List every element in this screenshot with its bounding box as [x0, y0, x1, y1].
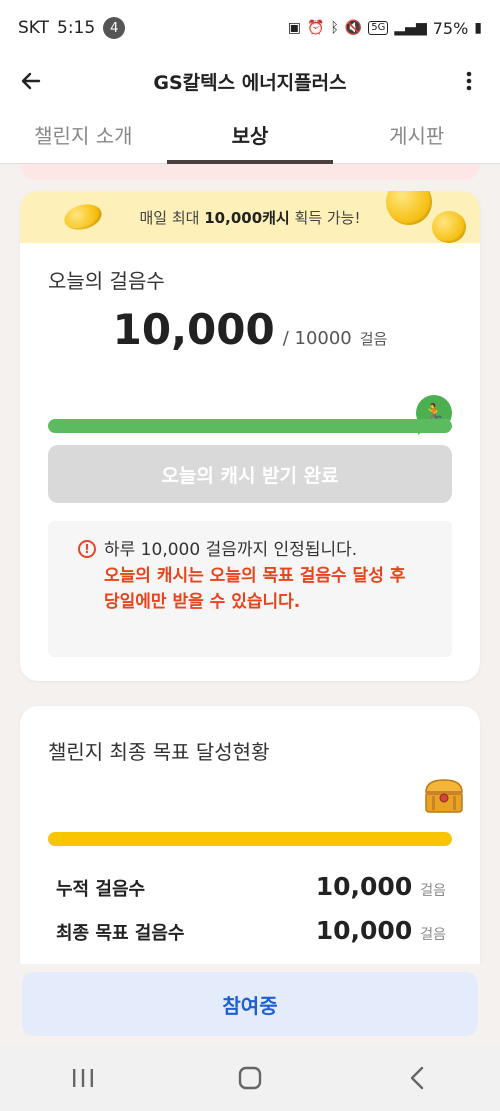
coin-icon [432, 211, 466, 243]
battery-level: 75% [432, 18, 469, 38]
notice-line-1: 하루 10,000 걸음까지 인정됩니다. [104, 540, 358, 560]
back-button[interactable] [14, 64, 48, 98]
final-goal-steps-value: 10,000 [315, 916, 413, 945]
participating-button[interactable]: 참여중 [22, 972, 478, 1036]
signal-icon: ▂▄▆ [394, 20, 427, 36]
carrier-label: SKT [18, 18, 50, 38]
more-vertical-icon [466, 71, 472, 91]
notification-count-badge: 4 [103, 17, 126, 39]
today-steps-unit: 걸음 [359, 330, 388, 348]
tab-board[interactable]: 게시판 [333, 106, 500, 163]
challenge-progress-bar [48, 832, 452, 846]
today-steps-title: 오늘의 걸음수 [48, 269, 165, 293]
daily-steps-card: 매일 최대 10,000캐시 획득 가능! 오늘의 걸음수 10,000 / 1… [20, 191, 480, 681]
status-right: ▣ ⏰ ᛒ 🔇 5G ▂▄▆ 75% ▮ [288, 19, 482, 38]
today-progress-bar [48, 419, 452, 433]
mute-icon: 🔇 [344, 20, 363, 36]
challenge-status-card: 챌린지 최종 목표 달성현황 누적 걸음수 10,000 걸음 최종 목표 걸음… [20, 706, 480, 964]
today-steps-row: 10,000 / 10000 걸음 [20, 305, 480, 354]
previous-card-edge [20, 164, 480, 180]
promo-prefix: 매일 최대 [139, 208, 205, 227]
screenshot-icon: ▣ [287, 20, 301, 36]
coin-icon [386, 191, 432, 225]
today-progress-fill [48, 419, 452, 433]
cash-received-button[interactable]: 오늘의 캐시 받기 완료 [48, 445, 452, 503]
today-steps-goal: / 10000 [282, 328, 352, 349]
accumulated-steps-value: 10,000 [315, 872, 413, 901]
final-goal-steps-row: 최종 목표 걸음수 10,000 걸음 [56, 916, 446, 945]
back-nav-button[interactable] [387, 1058, 447, 1098]
battery-icon: ▮ [474, 20, 482, 36]
status-left: SKT 5:15 4 [18, 17, 126, 39]
promo-amount: 10,000캐시 [204, 208, 290, 227]
final-goal-steps-label: 최종 목표 걸음수 [56, 923, 185, 944]
app-bar: GS칼텍스 에너지플러스 [0, 56, 500, 106]
today-steps-value: 10,000 [112, 305, 275, 354]
accumulated-steps-label: 누적 걸음수 [56, 879, 146, 900]
tab-bar: 챌린지 소개 보상 게시판 [0, 106, 500, 164]
coin-icon [61, 200, 105, 234]
content-scroll-area[interactable]: 매일 최대 10,000캐시 획득 가능! 오늘의 걸음수 10,000 / 1… [0, 164, 500, 964]
promo-suffix: 획득 가능! [289, 208, 361, 227]
tab-reward[interactable]: 보상 [166, 106, 334, 164]
tab-challenge-intro[interactable]: 챌린지 소개 [0, 106, 167, 163]
home-button[interactable] [220, 1058, 280, 1098]
system-nav-bar [0, 1044, 500, 1111]
chevron-left-icon [410, 1066, 423, 1089]
challenge-progress-fill [48, 832, 452, 846]
home-icon [238, 1066, 262, 1089]
alarm-icon: ⏰ [307, 20, 325, 36]
network-badge: 5G [368, 21, 389, 35]
bluetooth-icon: ᛒ [330, 20, 339, 36]
notice-line-2: 오늘의 캐시는 오늘의 목표 걸음수 달성 후 [104, 566, 406, 586]
promo-text: 매일 최대 10,000캐시 획득 가능! [140, 207, 361, 228]
final-goal-steps-unit: 걸음 [420, 927, 446, 943]
more-options-button[interactable] [452, 64, 486, 98]
status-bar: SKT 5:15 4 ▣ ⏰ ᛒ 🔇 5G ▂▄▆ 75% ▮ [0, 0, 500, 56]
clock: 5:15 [57, 18, 96, 38]
notice-line-3: 당일에만 받을 수 있습니다. [104, 592, 301, 612]
recent-apps-button[interactable] [53, 1058, 113, 1098]
accumulated-steps-unit: 걸음 [420, 883, 446, 899]
recent-apps-icon [73, 1068, 94, 1087]
exclamation-circle-icon: ! [78, 540, 96, 558]
promo-banner: 매일 최대 10,000캐시 획득 가능! [20, 191, 480, 243]
arrow-left-icon [21, 72, 41, 90]
accumulated-steps-row: 누적 걸음수 10,000 걸음 [56, 872, 446, 901]
treasure-chest-icon [425, 779, 463, 813]
page-title: GS칼텍스 에너지플러스 [153, 71, 347, 94]
challenge-status-title: 챌린지 최종 목표 달성현황 [48, 740, 270, 764]
notice-box: ! 하루 10,000 걸음까지 인정됩니다. 오늘의 캐시는 오늘의 목표 걸… [48, 521, 452, 657]
bottom-action-area: 참여중 [0, 964, 500, 1044]
